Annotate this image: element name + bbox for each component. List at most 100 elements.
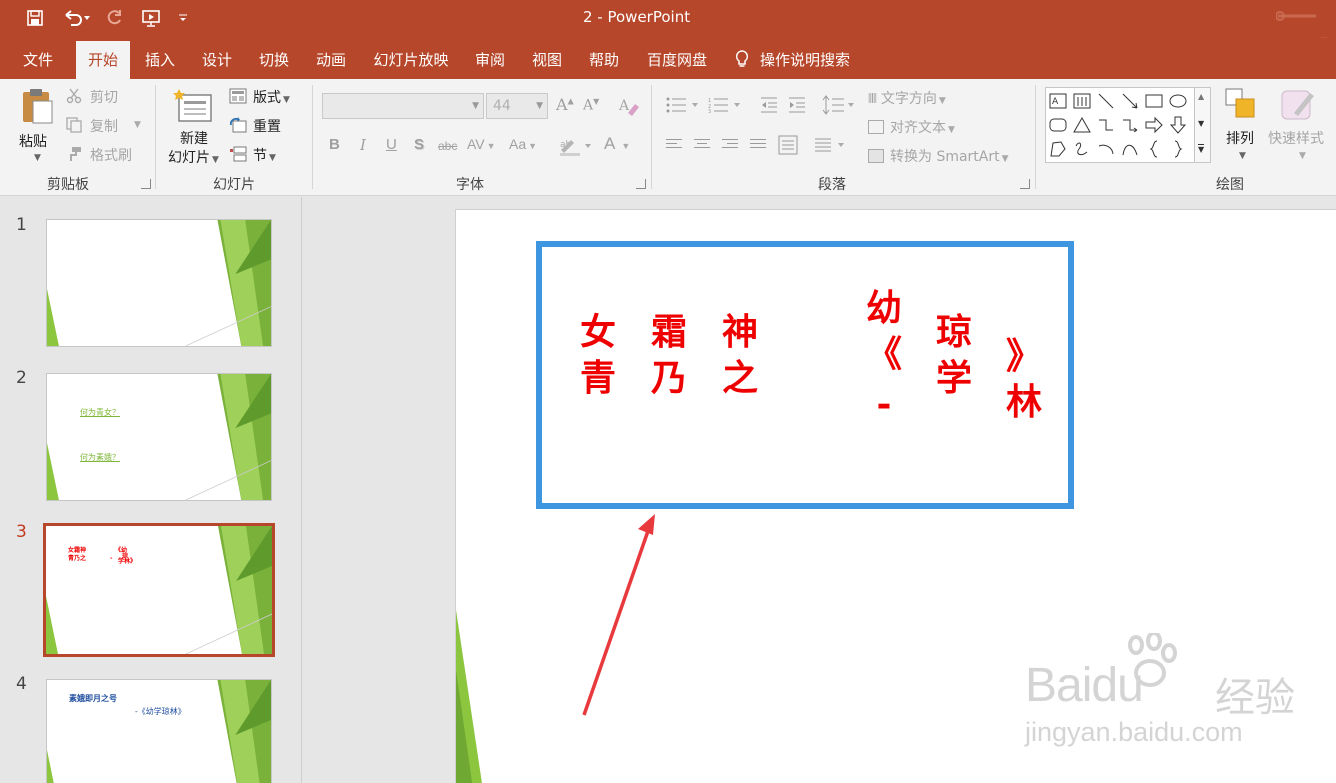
text-column: 幼《 xyxy=(860,285,908,377)
paragraph-launcher-icon[interactable] xyxy=(1020,179,1030,189)
increase-font-size-button[interactable]: A▲ xyxy=(556,95,574,114)
title-bar: 2 - PowerPoint xyxy=(0,0,1336,79)
line-spacing-icon[interactable] xyxy=(822,95,858,115)
cut-button[interactable]: 剪切 xyxy=(66,87,146,107)
convert-smartart-button[interactable]: 转换为 SmartArt ▼ xyxy=(868,146,1009,166)
strikethrough-button[interactable]: abc xyxy=(438,139,457,153)
tab-help[interactable]: 帮助 xyxy=(580,41,628,79)
clear-formatting-icon[interactable]: A xyxy=(618,95,640,117)
font-name-dropdown-icon: ▼ xyxy=(472,101,479,111)
arrange-button[interactable]: 排列 ▼ xyxy=(1220,85,1262,169)
character-spacing-button[interactable]: AV ▼ xyxy=(467,136,496,152)
green-facet-decoration-icon xyxy=(47,374,271,500)
tab-design[interactable]: 设计 xyxy=(193,41,241,79)
slide-editing-area[interactable]: 女青 霜乃 神之 - 幼《 琼学 》林 Baidu 经验 jingyan.bai… xyxy=(303,197,1336,783)
paste-button[interactable]: 粘贴 ▼ xyxy=(14,85,58,167)
slide-thumbnail-1[interactable] xyxy=(46,219,272,347)
quick-styles-dropdown-icon: ▼ xyxy=(1299,151,1306,161)
gallery-down-icon[interactable]: ▼ xyxy=(1198,119,1204,128)
shapes-gallery[interactable]: A xyxy=(1045,87,1195,163)
columns-icon[interactable] xyxy=(814,137,850,153)
reset-button[interactable]: 重置 xyxy=(229,116,301,136)
distributed-align-icon[interactable] xyxy=(778,135,798,155)
font-name-combo[interactable]: ▼ xyxy=(322,93,484,119)
slide-thumbnail-3[interactable]: 女霜神 青乃之 《幼琼学林》 - xyxy=(43,523,275,657)
right-arrow-shape-icon[interactable] xyxy=(1145,116,1163,134)
increase-indent-icon[interactable] xyxy=(788,97,806,113)
tab-view[interactable]: 视图 xyxy=(523,41,571,79)
tab-animations[interactable]: 动画 xyxy=(307,41,355,79)
freeform-shape-icon[interactable] xyxy=(1049,140,1067,158)
change-case-button[interactable]: Aa ▼ xyxy=(509,136,537,152)
text-column: 女青 xyxy=(574,309,622,401)
text-glyph: 青 xyxy=(579,357,616,399)
quick-styles-label: 快速样式 xyxy=(1268,131,1324,147)
text-shadow-button[interactable]: S xyxy=(414,136,424,153)
font-launcher-icon[interactable] xyxy=(636,179,646,189)
decrease-font-size-button[interactable]: A▼ xyxy=(583,97,599,114)
elbow-arrow-connector-shape-icon[interactable] xyxy=(1121,116,1139,134)
quick-styles-button[interactable]: 快速样式 ▼ xyxy=(1268,85,1332,169)
vertical-textbox-shape-icon[interactable] xyxy=(1073,92,1091,110)
underline-button[interactable]: U xyxy=(386,136,397,153)
italic-button[interactable]: I xyxy=(360,136,366,154)
down-arrow-shape-icon[interactable] xyxy=(1169,116,1187,134)
tab-slideshow[interactable]: 幻灯片放映 xyxy=(364,41,458,79)
font-size-combo[interactable]: 44 ▼ xyxy=(486,93,548,119)
rectangle-shape-icon[interactable] xyxy=(1145,92,1163,110)
clipboard-launcher-icon[interactable] xyxy=(141,179,151,189)
bullets-button[interactable] xyxy=(666,97,702,113)
curve-shape-icon[interactable] xyxy=(1121,140,1139,158)
arc-shape-icon[interactable] xyxy=(1097,140,1115,158)
smartart-label: 转换为 SmartArt xyxy=(890,149,1000,165)
layout-button[interactable]: 版式 ▼ xyxy=(229,87,301,107)
smartart-icon xyxy=(868,149,884,163)
tab-file[interactable]: 文件 xyxy=(12,41,64,79)
scribble-shape-icon[interactable] xyxy=(1073,140,1091,158)
slide-thumbnail-pane[interactable]: 1 2 何为青女？ 何为素娥？ 3 女霜神 青乃之 《幼琼学林》 - 4 素娥即… xyxy=(0,197,302,783)
new-slide-icon xyxy=(173,89,212,122)
decrease-indent-icon[interactable] xyxy=(760,97,778,113)
gallery-more-icon[interactable]: ▼ xyxy=(1198,144,1205,154)
rounded-rectangle-shape-icon[interactable] xyxy=(1049,116,1067,134)
shapes-gallery-scroll[interactable]: ▲ ▼ ▼ xyxy=(1195,87,1211,163)
tab-insert[interactable]: 插入 xyxy=(136,41,184,79)
new-slide-button[interactable]: 新建 幻灯片 ▼ xyxy=(163,85,225,169)
tab-baidu-netdisk[interactable]: 百度网盘 xyxy=(638,41,716,79)
justify-button[interactable] xyxy=(750,139,768,153)
triangle-shape-icon[interactable] xyxy=(1073,116,1091,134)
tab-transitions[interactable]: 切换 xyxy=(250,41,298,79)
numbering-button[interactable]: 123 xyxy=(708,97,744,115)
tab-home[interactable]: 开始 xyxy=(76,41,130,79)
arrow-line-shape-icon[interactable] xyxy=(1121,92,1139,110)
highlight-color-icon[interactable]: ab xyxy=(558,135,594,157)
right-brace-shape-icon[interactable] xyxy=(1169,140,1187,158)
text-direction-button[interactable]: ⫴⫴ 文字方向 ▼ xyxy=(868,88,946,108)
paste-label: 粘贴 xyxy=(19,134,47,150)
format-painter-button[interactable]: 格式刷 xyxy=(66,145,146,165)
vertical-text-box[interactable]: 女青 霜乃 神之 - 幼《 琼学 》林 xyxy=(536,241,1074,509)
oval-shape-icon[interactable] xyxy=(1169,92,1187,110)
align-center-button[interactable] xyxy=(694,139,712,153)
left-brace-shape-icon[interactable] xyxy=(1145,140,1163,158)
font-color-button[interactable]: A ▼ xyxy=(604,134,630,154)
watermark-logo-text: Baidu xyxy=(1025,659,1144,712)
align-text-button[interactable]: 对齐文本 ▼ xyxy=(868,117,955,137)
textbox-shape-icon[interactable]: A xyxy=(1049,92,1067,110)
slide-thumbnail-2[interactable]: 何为青女？ 何为素娥？ xyxy=(46,373,272,501)
line-shape-icon[interactable] xyxy=(1097,92,1115,110)
slides-group-label: 幻灯片 xyxy=(213,177,255,193)
elbow-connector-shape-icon[interactable] xyxy=(1097,116,1115,134)
group-separator xyxy=(312,85,313,189)
bold-button[interactable]: B xyxy=(329,136,340,153)
arrange-icon xyxy=(1225,88,1255,118)
gallery-up-icon[interactable]: ▲ xyxy=(1198,92,1204,101)
align-left-button[interactable] xyxy=(666,139,684,153)
slide-thumbnail-4[interactable]: 素娥即月之号 -《幼学琼林》 xyxy=(46,679,272,783)
tab-review[interactable]: 审阅 xyxy=(466,41,514,79)
tell-me-search[interactable]: 操作说明搜索 xyxy=(734,41,874,79)
section-button[interactable]: 节 ▼ xyxy=(229,145,301,165)
align-right-button[interactable] xyxy=(722,139,740,153)
copy-button[interactable]: 复制 ▼ xyxy=(66,116,146,136)
text-column: 神之 xyxy=(716,309,764,401)
